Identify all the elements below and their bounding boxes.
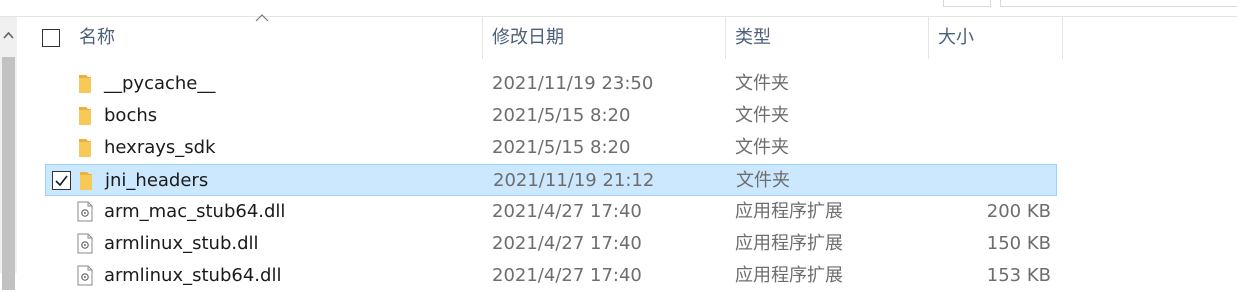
file-type: 文件夹 [735, 105, 789, 126]
file-type: 文件夹 [735, 137, 789, 158]
file-date: 2021/11/19 21:12 [493, 170, 655, 191]
row-checkbox[interactable] [52, 171, 71, 190]
scrollbar-thumb[interactable] [2, 57, 15, 290]
file-date: 2021/5/15 8:20 [492, 105, 631, 126]
file-type: 应用程序扩展 [735, 201, 843, 222]
column-divider[interactable] [1062, 17, 1063, 59]
file-name: armlinux_stub.dll [104, 233, 259, 254]
scroll-up-arrow-icon[interactable] [3, 30, 14, 41]
toolbar-button-edge[interactable] [943, 0, 991, 7]
header-type-label: 类型 [735, 27, 771, 48]
header-modified-label: 修改日期 [492, 27, 564, 48]
file-date: 2021/5/15 8:20 [492, 137, 631, 158]
file-type: 文件夹 [735, 73, 789, 94]
folder-icon [79, 107, 91, 125]
header-size[interactable]: 大小 [929, 17, 1063, 59]
file-size: 200 KB [986, 201, 1051, 222]
file-row[interactable]: armlinux_stub64.dll 2021/4/27 17:40 应用程序… [45, 260, 1057, 292]
file-date: 2021/4/27 17:40 [492, 201, 642, 222]
folder-icon [79, 75, 91, 93]
file-name: arm_mac_stub64.dll [104, 201, 286, 222]
header-type[interactable]: 类型 [726, 17, 929, 59]
file-name: __pycache__ [104, 73, 216, 94]
checkmark-icon [55, 175, 68, 187]
file-row[interactable]: hexrays_sdk 2021/5/15 8:20 文件夹 [45, 132, 1057, 164]
vertical-scrollbar[interactable] [0, 17, 17, 290]
file-date: 2021/4/27 17:40 [492, 265, 642, 286]
header-size-label: 大小 [938, 27, 974, 48]
file-row[interactable]: bochs 2021/5/15 8:20 文件夹 [45, 100, 1057, 132]
header-name-label: 名称 [79, 27, 115, 48]
file-row[interactable]: arm_mac_stub64.dll 2021/4/27 17:40 应用程序扩… [45, 196, 1057, 228]
file-type: 应用程序扩展 [735, 265, 843, 286]
file-type: 文件夹 [736, 170, 790, 191]
search-box-edge[interactable] [1000, 0, 1237, 7]
file-date: 2021/4/27 17:40 [492, 233, 642, 254]
file-name: hexrays_sdk [104, 137, 216, 158]
file-row[interactable]: armlinux_stub.dll 2021/4/27 17:40 应用程序扩展… [45, 228, 1057, 260]
dll-file-icon [77, 201, 93, 222]
column-header-row: 名称 修改日期 类型 大小 [17, 14, 1063, 59]
file-type: 应用程序扩展 [735, 233, 843, 254]
folder-icon [80, 172, 92, 190]
file-size: 150 KB [986, 233, 1051, 254]
file-size: 153 KB [986, 265, 1051, 286]
header-name[interactable]: 名称 [17, 17, 483, 59]
header-modified[interactable]: 修改日期 [483, 17, 726, 59]
file-name: bochs [104, 105, 158, 126]
dll-file-icon [77, 265, 93, 286]
file-name: jni_headers [105, 170, 209, 191]
top-toolbar-edge [0, 0, 1237, 17]
file-date: 2021/11/19 23:50 [492, 73, 654, 94]
folder-icon [79, 139, 91, 157]
file-row-selected[interactable]: jni_headers 2021/11/19 21:12 文件夹 [45, 164, 1057, 196]
dll-file-icon [77, 233, 93, 254]
file-name: armlinux_stub64.dll [104, 265, 282, 286]
file-row[interactable]: __pycache__ 2021/11/19 23:50 文件夹 [45, 68, 1057, 100]
